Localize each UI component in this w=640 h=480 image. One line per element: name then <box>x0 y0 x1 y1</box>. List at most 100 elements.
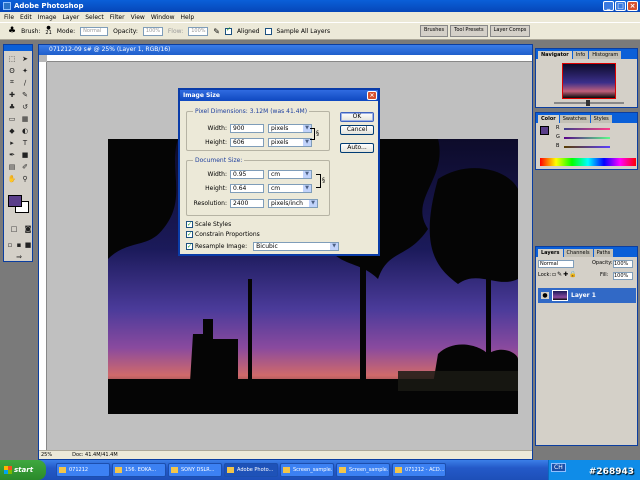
lasso-tool-icon[interactable]: ʘ <box>6 65 18 76</box>
doc-height-unit-select[interactable]: cm ▼ <box>268 184 312 193</box>
eye-icon[interactable]: ● <box>541 292 549 299</box>
scale-styles-checkbox[interactable]: ✓ <box>186 221 193 228</box>
path-selection-tool-icon[interactable]: ▸ <box>6 137 18 148</box>
constrain-proportions-checkbox[interactable]: ✓ <box>186 231 193 238</box>
auto-button[interactable]: Auto... <box>340 143 374 153</box>
zoom-tool-icon[interactable]: ⚲ <box>19 173 31 184</box>
layer-name[interactable]: Layer 1 <box>571 292 596 299</box>
task-button[interactable]: Screen_sample... <box>280 463 334 477</box>
tab-histogram[interactable]: Histogram <box>589 51 622 59</box>
magic-wand-tool-icon[interactable]: ✦ <box>19 65 31 76</box>
navigator-thumbnail[interactable] <box>562 63 616 99</box>
menu-window[interactable]: Window <box>151 14 175 21</box>
pixel-height-input[interactable]: 606 <box>230 138 264 147</box>
layer-row[interactable]: ● Layer 1 <box>538 288 636 303</box>
menu-edit[interactable]: Edit <box>20 14 32 21</box>
dialog-close-icon[interactable]: × <box>367 91 377 100</box>
pixel-width-unit-select[interactable]: pixels ▼ <box>268 124 312 133</box>
menu-layer[interactable]: Layer <box>62 14 79 21</box>
navigator-zoom-knob[interactable] <box>586 100 590 106</box>
shape-tool-icon[interactable]: ■ <box>19 149 31 160</box>
color-panel-fg-swatch[interactable] <box>540 126 549 135</box>
aligned-checkbox[interactable] <box>224 27 232 35</box>
screen-mode-full-menu-icon[interactable]: ▪ <box>15 239 23 250</box>
color-spectrum-bar[interactable] <box>540 158 636 166</box>
screen-mode-full-icon[interactable]: ■ <box>24 239 32 250</box>
ok-button[interactable]: OK <box>340 112 374 122</box>
well-tab-layer-comps[interactable]: Layer Comps <box>489 25 531 37</box>
fill-field[interactable]: 100% <box>613 272 633 280</box>
start-button[interactable]: start <box>0 460 46 480</box>
pen-tool-icon[interactable]: ✒ <box>6 149 18 160</box>
brush-tool-icon[interactable]: ✎ <box>19 89 31 100</box>
scale-styles-option[interactable]: ✓ Scale Styles <box>186 221 231 228</box>
type-tool-icon[interactable]: T <box>19 137 31 148</box>
language-indicator[interactable]: CH <box>551 463 566 472</box>
lock-icons[interactable]: ▫✎✚🔒 <box>552 271 578 278</box>
opacity-field[interactable]: 100% <box>142 26 163 36</box>
tab-paths[interactable]: Paths <box>593 249 614 257</box>
menu-select[interactable]: Select <box>85 14 104 21</box>
task-button[interactable]: 071212 - ACD... <box>392 463 446 477</box>
sample-all-layers-checkbox[interactable] <box>264 27 272 35</box>
ruler-horizontal[interactable] <box>47 55 532 62</box>
blue-slider[interactable] <box>564 146 610 148</box>
task-button[interactable]: Adobe Photo... <box>224 463 278 477</box>
history-brush-tool-icon[interactable]: ↺ <box>19 101 31 112</box>
airbrush-icon[interactable]: ✎ <box>213 27 220 36</box>
crop-tool-icon[interactable]: ⌗ <box>6 77 18 88</box>
menu-image[interactable]: Image <box>38 14 57 21</box>
document-title[interactable]: 071212-09 s# @ 25% (Layer 1, RGB/16) <box>39 45 532 55</box>
tab-color[interactable]: Color <box>538 115 559 123</box>
well-tab-tool-presets[interactable]: Tool Presets <box>450 25 488 37</box>
eraser-tool-icon[interactable]: ▭ <box>6 113 18 124</box>
resolution-input[interactable]: 2400 <box>230 199 264 208</box>
quick-mask-icon[interactable]: ◙ <box>22 223 34 234</box>
dialog-title-bar[interactable]: Image Size × <box>180 90 378 101</box>
doc-width-unit-select[interactable]: cm ▼ <box>268 170 312 179</box>
screen-mode-standard-icon[interactable]: ▫ <box>6 239 14 250</box>
tab-navigator[interactable]: Navigator <box>538 51 572 59</box>
tab-swatches[interactable]: Swatches <box>559 115 590 123</box>
task-button[interactable]: 156. EOKA... <box>112 463 166 477</box>
gradient-tool-icon[interactable]: ▦ <box>19 113 31 124</box>
resample-image-checkbox[interactable]: ✓ <box>186 243 193 250</box>
resample-method-select[interactable]: Bicubic ▼ <box>253 242 340 251</box>
close-button[interactable]: × <box>627 1 638 11</box>
tab-info[interactable]: Info <box>572 51 589 59</box>
marquee-tool-icon[interactable]: ⬚ <box>6 53 18 64</box>
maximize-button[interactable]: □ <box>615 1 626 11</box>
healing-brush-tool-icon[interactable]: ✚ <box>6 89 18 100</box>
well-tab-brushes[interactable]: Brushes <box>420 25 449 37</box>
slice-tool-icon[interactable]: ∕ <box>19 77 31 88</box>
layer-opacity-field[interactable]: 100% <box>613 260 633 268</box>
flow-field[interactable]: 100% <box>188 26 209 36</box>
tab-channels[interactable]: Channels <box>563 249 593 257</box>
constrain-proportions-option[interactable]: ✓ Constrain Proportions <box>186 231 260 238</box>
red-slider[interactable] <box>564 128 610 130</box>
task-button[interactable]: Screen_sample... <box>336 463 390 477</box>
blur-tool-icon[interactable]: ◆ <box>6 125 18 136</box>
clone-stamp-icon[interactable]: ♣ <box>8 26 16 36</box>
task-button[interactable]: 071212 <box>56 463 110 477</box>
standard-mode-icon[interactable]: □ <box>8 223 20 234</box>
green-slider[interactable] <box>564 137 610 139</box>
mode-select[interactable]: Normal <box>80 26 109 36</box>
foreground-color-swatch[interactable] <box>8 195 22 207</box>
doc-height-input[interactable]: 0.64 <box>230 184 264 193</box>
doc-width-input[interactable]: 0.95 <box>230 170 264 179</box>
hand-tool-icon[interactable]: ✋ <box>6 173 18 184</box>
notes-tool-icon[interactable]: ▤ <box>6 161 18 172</box>
imageready-jump-icon[interactable]: ⇒ <box>13 251 25 262</box>
blend-mode-select[interactable]: Normal <box>538 260 574 268</box>
tab-layers[interactable]: Layers <box>538 249 563 257</box>
clone-stamp-tool-icon[interactable]: ♣ <box>6 101 18 112</box>
ruler-vertical[interactable] <box>39 62 47 450</box>
resample-image-option[interactable]: ✓ Resample Image: Bicubic ▼ <box>186 242 340 251</box>
pixel-height-unit-select[interactable]: pixels ▼ <box>268 138 312 147</box>
eyedropper-tool-icon[interactable]: ✐ <box>19 161 31 172</box>
brush-preset-picker[interactable]: ● 21 <box>45 26 51 36</box>
document-size-info[interactable]: Doc: 41.4M/41.4M <box>72 451 118 459</box>
menu-view[interactable]: View <box>131 14 145 21</box>
pixel-width-input[interactable]: 900 <box>230 124 264 133</box>
